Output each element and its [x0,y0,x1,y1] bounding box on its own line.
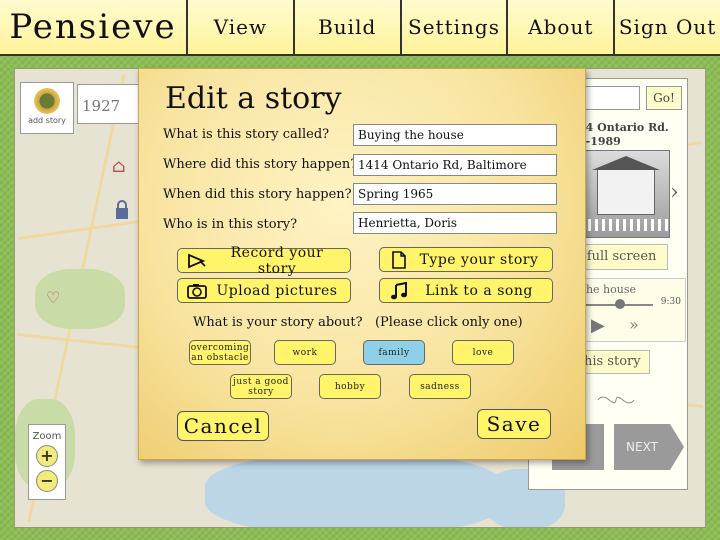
dialog-title: Edit a story [165,81,342,116]
app-logo[interactable]: Pensieve [0,0,188,54]
top-nav: Pensieve View Build Settings About Sign … [0,0,720,56]
cancel-button[interactable]: Cancel [177,411,269,441]
category-family[interactable]: family [363,340,425,365]
category-work[interactable]: work [274,340,336,365]
story-about-prompt: What is your story about? (Please click … [193,315,523,330]
story-address-line2: 5-1989 [578,135,621,148]
story-title-label: What is this story called? [163,127,330,142]
type-story-button[interactable]: Type your story [379,247,553,272]
house-icon[interactable]: ⌂ [112,156,126,177]
story-date-label: When did this story happen? [163,187,352,202]
next-label: NEXT [626,440,658,454]
add-story-button[interactable]: add story [20,82,74,134]
nav-settings[interactable]: Settings [401,0,509,54]
story-address: 14 Ontario Rd. 5-1989 [578,121,669,149]
fast-forward-icon[interactable]: » [629,315,639,334]
category-hobby[interactable]: hobby [319,374,381,399]
music-note-icon [386,281,412,300]
story-about-hint: (Please click only one) [374,315,523,330]
story-title-input[interactable] [353,124,557,146]
nav-sign-out[interactable]: Sign Out [615,0,720,54]
story-location-input[interactable] [353,154,557,176]
type-story-label: Type your story [419,251,539,268]
story-people-label: Who is in this story? [163,217,298,232]
story-address-line1: 14 Ontario Rd. [578,121,669,134]
next-button[interactable]: NEXT [614,424,670,470]
year-slider[interactable]: 1927 [77,84,147,124]
camera-icon [184,283,210,299]
zoom-out-button[interactable]: − [36,470,58,492]
story-location-label: Where did this story happen? [163,157,358,172]
add-story-label: add story [28,116,66,125]
link-song-label: Link to a song [425,282,533,299]
chevron-right-icon[interactable]: › [670,180,679,205]
lock-icon[interactable] [114,200,130,225]
go-button[interactable]: Go! [646,86,682,110]
audio-time: 9:30 [660,297,681,307]
nav-build[interactable]: Build [294,0,402,54]
map-water [205,454,505,527]
heart-icon[interactable]: ♡ [46,288,60,307]
document-icon [386,250,412,269]
zoom-in-button[interactable]: + [36,445,58,467]
story-photo[interactable] [580,150,670,238]
fence-photo [581,219,669,231]
house-photo [592,156,660,215]
nav-about[interactable]: About [508,0,616,54]
category-overcoming-obstacle[interactable]: overcoming an obstacle [189,340,251,365]
zoom-label: Zoom [32,431,62,442]
next-arrow-tip[interactable] [670,424,684,470]
zoom-control: Zoom + − [28,424,66,500]
upload-pictures-label: Upload pictures [216,282,338,299]
story-people-input[interactable] [353,212,557,234]
edit-story-dialog: Edit a story What is this story called? … [138,68,586,460]
record-story-label: Record your story [230,244,324,277]
save-button[interactable]: Save [477,409,551,439]
nav-view[interactable]: View [188,0,295,54]
audio-scrubber[interactable] [615,299,625,309]
story-date-input[interactable] [353,183,557,205]
story-about-question: What is your story about? [193,315,363,330]
play-icon[interactable]: ▶ [591,315,605,336]
flourish-ornament [596,388,636,412]
link-song-button[interactable]: Link to a song [379,278,553,303]
category-love[interactable]: love [452,340,514,365]
category-sadness[interactable]: sadness [409,374,471,399]
sunflower-icon [34,88,60,114]
microphone-icon [184,253,210,269]
record-story-button[interactable]: Record your story [177,245,351,277]
category-just-a-good-story[interactable]: just a good story [230,374,292,399]
upload-pictures-button[interactable]: Upload pictures [177,278,351,303]
